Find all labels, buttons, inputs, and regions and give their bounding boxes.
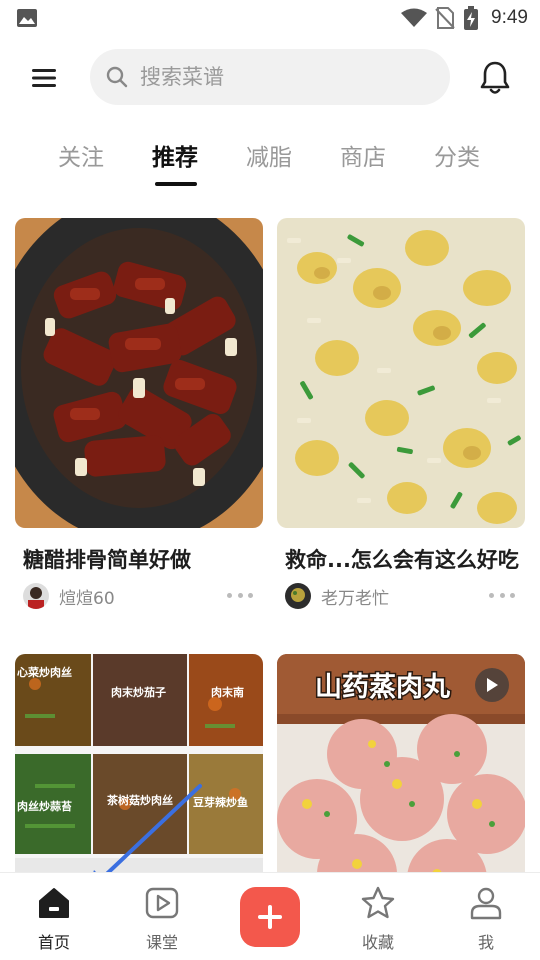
tab-recommend[interactable]: 推荐 [152, 138, 198, 172]
home-icon [39, 888, 69, 918]
gallery-notification-icon [17, 9, 37, 27]
plus-icon [258, 905, 282, 929]
nav-home-label: 首页 [37, 933, 70, 952]
cover-label: 茶树菇炒肉丝 [106, 793, 173, 807]
category-tabs: 关注 推荐 减脂 商店 分类 [0, 128, 540, 188]
nav-me-label: 我 [477, 933, 494, 952]
recipe-cover-image[interactable] [15, 218, 263, 528]
cover-label: 肉丝炒蒜苔 [17, 799, 72, 813]
author-name: 老万老忙 [321, 588, 389, 609]
tab-store[interactable]: 商店 [340, 138, 386, 172]
recipe-title[interactable]: 糖醋排骨简单好做 [23, 544, 191, 574]
video-play-icon[interactable] [475, 668, 509, 702]
menu-icon[interactable] [28, 64, 60, 92]
cover-label: 心菜炒肉丝 [17, 665, 72, 679]
cover-title-text: 山药蒸肉丸 [315, 672, 450, 703]
more-options-icon[interactable] [227, 590, 253, 600]
recipe-cover-image[interactable] [277, 218, 525, 528]
video-class-icon [145, 887, 179, 919]
no-sim-icon [435, 7, 455, 29]
cover-label: 肉末炒茄子 [111, 685, 166, 699]
author-name: 煊煊60 [59, 588, 115, 609]
recipe-author[interactable]: 老万老忙 [285, 582, 389, 610]
search-bar[interactable] [90, 49, 450, 105]
nav-home[interactable]: 首页 [14, 885, 94, 955]
search-input[interactable] [140, 65, 420, 89]
search-icon [106, 66, 128, 88]
nav-class-label: 课堂 [145, 933, 178, 952]
more-options-icon[interactable] [489, 590, 515, 600]
recipe-title[interactable]: 救命...怎么会有这么好吃 [285, 544, 519, 574]
nav-class[interactable]: 课堂 [122, 885, 202, 955]
cover-label: 豆芽辣炒鱼 [193, 795, 248, 809]
tab-follow[interactable]: 关注 [58, 138, 104, 172]
star-icon [361, 886, 395, 919]
recipe-cover-image[interactable]: 心菜炒肉丝 肉末炒茄子 肉末南 肉丝炒蒜苔 茶树菇炒肉丝 豆芽辣炒鱼 [15, 654, 263, 884]
recipe-author[interactable]: 煊煊60 [23, 582, 115, 610]
notification-bell-icon[interactable] [478, 60, 512, 96]
active-tab-indicator [155, 182, 197, 186]
avatar[interactable] [23, 583, 49, 609]
user-icon [470, 887, 502, 920]
nav-favorites[interactable]: 收藏 [338, 885, 418, 955]
battery-charging-icon [464, 6, 479, 30]
nav-favorites-label: 收藏 [361, 933, 394, 952]
status-time: 9:49 [491, 7, 528, 28]
avatar[interactable] [285, 583, 311, 609]
nav-me[interactable]: 我 [446, 885, 526, 955]
bottom-navigation: 首页 课堂 收藏 我 [0, 872, 540, 960]
cover-label: 肉末南 [211, 685, 244, 699]
status-bar: 9:49 [0, 0, 540, 36]
add-recipe-button[interactable] [240, 887, 300, 947]
tab-fat-loss[interactable]: 减脂 [246, 138, 292, 172]
wifi-icon [401, 8, 428, 27]
tab-categories[interactable]: 分类 [434, 138, 480, 172]
